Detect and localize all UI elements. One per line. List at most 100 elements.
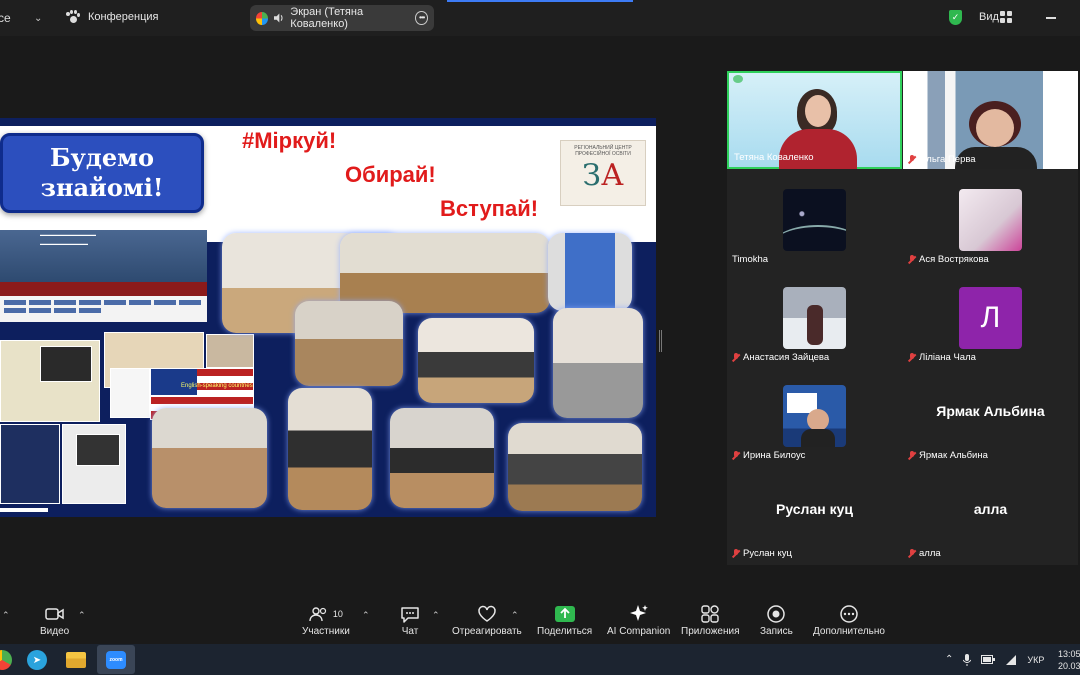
photo-students-laptops xyxy=(295,301,403,386)
browser-icon xyxy=(256,11,268,25)
screen-share-label: Экран (Тетяна Коваленко) xyxy=(290,6,364,30)
participants-count: 10 xyxy=(332,609,343,619)
tray-chevron-icon[interactable]: ⌃ xyxy=(945,654,953,665)
photo-classroom-girls xyxy=(152,408,267,508)
muted-mic-icon xyxy=(908,255,916,264)
zoom-taskbar-label: zoom xyxy=(106,650,126,669)
participant-tile[interactable]: Руслан куц Руслан куц xyxy=(727,465,902,563)
paw-icon xyxy=(66,10,80,24)
participants-label: Участники xyxy=(302,626,350,637)
file-explorer-taskbar-icon[interactable] xyxy=(66,652,86,668)
participant-name: Ася Вострякова xyxy=(908,254,989,265)
apps-button[interactable]: Приложения xyxy=(681,602,740,637)
website-screenshot: ▬▬▬▬▬▬▬▬▬▬▬▬▬▬ ▬▬▬▬▬▬▬▬▬▬▬▬ xyxy=(0,230,207,322)
participant-name: алла xyxy=(908,548,941,559)
participant-tile[interactable]: Ирина Билоус xyxy=(727,367,902,465)
record-button[interactable]: Запись xyxy=(760,602,793,637)
muted-mic-icon xyxy=(908,451,916,460)
participant-tile[interactable]: Ольга Перва xyxy=(903,71,1078,169)
share-label: Поделиться xyxy=(537,626,593,637)
view-grid-icon[interactable] xyxy=(1000,11,1012,23)
video-label: Видео xyxy=(40,626,70,637)
clock-time: 13:05 xyxy=(1058,648,1080,659)
share-button[interactable]: Поделиться xyxy=(537,602,592,637)
participant-tile[interactable]: Тетяна Коваленко xyxy=(727,71,902,169)
participant-name: Тетяна Коваленко xyxy=(734,152,814,163)
participant-tile[interactable]: Ася Вострякова xyxy=(903,171,1078,269)
participant-avatar xyxy=(783,287,846,349)
chevron-down-icon[interactable]: ⌄ xyxy=(34,13,42,24)
photo-students-desks xyxy=(390,408,494,508)
minimize-icon[interactable] xyxy=(1046,17,1056,19)
top-bar: ce ⌄ Конференция Экран (Тетяна Коваленко… xyxy=(0,0,1080,36)
participant-name: Руслан куц xyxy=(732,548,792,559)
splitter-handle[interactable] xyxy=(659,330,662,352)
shared-screen: Будемо знайомі! #Міркуй! Обирай! Вступай… xyxy=(0,118,656,517)
audio-options-caret[interactable]: ⌃ xyxy=(2,610,10,621)
chat-button[interactable]: Чат xyxy=(400,602,420,637)
participant-name: Timokha xyxy=(732,254,769,265)
microphone-tray-icon[interactable] xyxy=(963,653,972,666)
participants-icon xyxy=(309,607,326,622)
telegram-taskbar-icon[interactable]: ➤ xyxy=(27,650,47,670)
participant-avatar xyxy=(783,189,846,251)
more-button[interactable]: Дополнительно xyxy=(813,602,885,637)
participant-display-name: алла xyxy=(973,501,1008,517)
participant-tile[interactable]: алла алла xyxy=(903,465,1078,563)
screen-share-pill[interactable]: Экран (Тетяна Коваленко) ••• xyxy=(250,5,434,31)
participant-tile[interactable]: Л Ліліана Чала xyxy=(903,269,1078,367)
participants-button[interactable]: 10 Участники xyxy=(302,602,350,637)
participant-avatar xyxy=(783,385,846,447)
keyboard-language[interactable]: УКР xyxy=(1027,655,1044,665)
slogan-1: #Міркуй! xyxy=(242,128,337,153)
muted-mic-icon xyxy=(908,353,916,362)
chat-caret[interactable]: ⌃ xyxy=(432,610,440,621)
more-options-icon[interactable]: ••• xyxy=(415,11,428,25)
participants-gallery: Тетяна Коваленко Ольга Перва Timokha Ася… xyxy=(727,71,1078,565)
view-label[interactable]: Вид xyxy=(979,11,999,23)
participant-name: Ольга Перва xyxy=(908,154,976,165)
meeting-info[interactable]: Конференция xyxy=(66,10,158,24)
photo-students-robotics xyxy=(418,318,534,403)
chrome-taskbar-icon[interactable] xyxy=(0,650,12,670)
participants-caret[interactable]: ⌃ xyxy=(362,610,370,621)
photo-boy-laptop xyxy=(288,388,372,510)
zoom-taskbar-icon[interactable]: zoom xyxy=(97,645,135,674)
participant-tile[interactable]: Ярмак Альбина Ярмак Альбина xyxy=(903,367,1078,465)
logo-text: РЕГІОНАЛЬНИЙ ЦЕНТР ПРОФЕСІЙНОЇ ОСВІТИ xyxy=(574,145,632,157)
video-button[interactable]: Видео xyxy=(40,602,69,637)
apps-label: Приложения xyxy=(681,626,740,637)
participant-tile[interactable]: Timokha xyxy=(727,171,902,269)
slogan-2: Обирай! xyxy=(345,162,436,187)
photo-interactive-board xyxy=(548,233,632,311)
record-icon xyxy=(767,605,786,623)
apps-icon xyxy=(701,605,719,623)
security-shield-icon[interactable]: ✓ xyxy=(949,10,962,25)
react-caret[interactable]: ⌃ xyxy=(511,610,519,621)
slide-title-line2: знайомі! xyxy=(40,173,164,202)
participant-display-name: Ярмак Альбина xyxy=(936,403,1045,419)
meeting-toolbar: ⌃ Видео ⌃ 10 Участники ⌃ Чат ⌃ Отреагиро… xyxy=(0,598,1080,644)
collage-caption: English-speaking countries xyxy=(181,383,253,389)
chat-icon xyxy=(401,607,419,623)
react-label: Отреагировать xyxy=(452,626,522,637)
slide-title-line1: Будемо xyxy=(50,143,154,172)
participant-name: Ліліана Чала xyxy=(908,352,976,363)
share-screen-icon xyxy=(554,606,575,622)
participant-tile[interactable]: Анастасия Зайцева xyxy=(727,269,902,367)
video-options-caret[interactable]: ⌃ xyxy=(78,610,86,621)
ai-companion-button[interactable]: AI Companion xyxy=(607,602,670,637)
participant-letter-avatar: Л xyxy=(959,287,1022,349)
photo-3d-printer xyxy=(553,308,643,418)
battery-tray-icon[interactable] xyxy=(981,655,996,664)
heart-icon xyxy=(478,605,496,622)
wifi-tray-icon[interactable] xyxy=(1005,654,1017,665)
participant-name: Ирина Билоус xyxy=(732,450,805,461)
speaker-icon xyxy=(273,13,283,23)
muted-mic-icon xyxy=(732,353,740,362)
clock[interactable]: 13:05 20.03.20 xyxy=(1058,644,1080,675)
muted-mic-icon xyxy=(732,549,740,558)
muted-mic-icon xyxy=(908,155,916,164)
center-logo: РЕГІОНАЛЬНИЙ ЦЕНТР ПРОФЕСІЙНОЇ ОСВІТИ ЗА xyxy=(560,140,646,206)
ai-companion-label: AI Companion xyxy=(607,626,671,637)
